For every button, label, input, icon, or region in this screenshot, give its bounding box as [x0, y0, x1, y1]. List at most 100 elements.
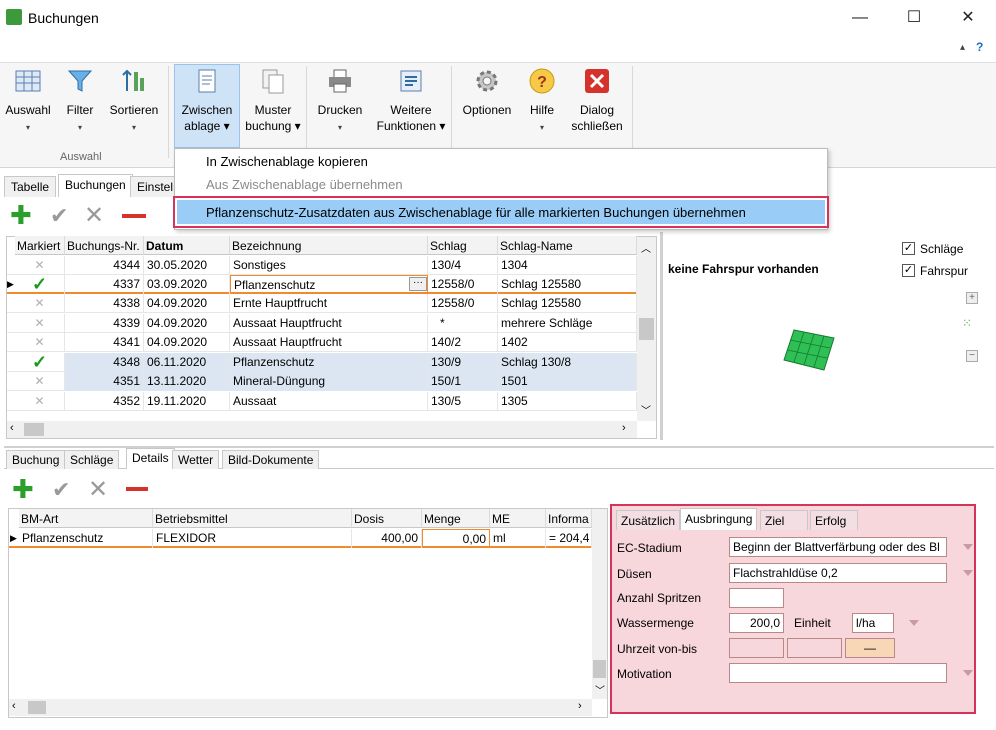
tab-bild-dokumente[interactable]: Bild-Dokumente	[222, 450, 320, 469]
add-icon[interactable]: ✚	[10, 202, 32, 228]
hscroll-thumb[interactable]	[24, 423, 44, 436]
maximize-button[interactable]: ☐	[894, 6, 934, 30]
einheit-field[interactable]: l/ha	[852, 613, 894, 633]
table-row[interactable]: ✕ 4341 04.09.2020 Aussaat Hauptfrucht 14…	[7, 333, 637, 352]
mark-check-icon[interactable]: ✓	[15, 353, 65, 372]
col-datum[interactable]: Datum	[144, 236, 230, 255]
tab-einstellungen[interactable]: Einstel	[130, 176, 181, 197]
mark-cross-icon[interactable]: ✕	[15, 333, 65, 352]
auswahl-button[interactable]: Auswahl ▾	[4, 66, 52, 136]
add-detail-icon[interactable]: ✚	[12, 476, 34, 502]
col-me[interactable]: ME	[490, 509, 546, 528]
zoom-in-icon[interactable]: +	[966, 292, 978, 304]
tab-erfolg[interactable]: Erfolg	[810, 510, 858, 530]
motivation-field[interactable]	[729, 663, 947, 683]
detail-row[interactable]: ▶ Pflanzenschutz FLEXIDOR 400,00 0,00 ml…	[9, 529, 592, 548]
scrollbar-thumb[interactable]	[639, 318, 654, 340]
detail-scroll-down-icon[interactable]: ﹀	[595, 682, 605, 697]
detail-vscroll-thumb[interactable]	[593, 660, 606, 678]
horizontal-scrollbar[interactable]	[7, 421, 637, 438]
filter-button[interactable]: Filter ▾	[60, 66, 100, 136]
ellipsis-button[interactable]: ···	[409, 277, 427, 291]
fahrspur-checkbox[interactable]: ✓	[902, 264, 915, 277]
tab-buchung[interactable]: Buchung	[6, 450, 66, 469]
table-row-selected[interactable]: ✕ 4351 13.11.2020 Mineral-Düngung 150/1 …	[7, 372, 637, 391]
col-buchungsnr[interactable]: Buchungs-Nr.	[65, 236, 144, 255]
detail-hscroll-thumb[interactable]	[28, 701, 46, 714]
tab-zusaetzlich[interactable]: Zusätzlich	[616, 510, 681, 530]
tab-schlaege[interactable]: Schläge	[64, 450, 120, 469]
mark-cross-icon[interactable]: ✕	[15, 314, 65, 333]
menu-item-paste-all[interactable]: Pflanzenschutz-Zusatzdaten aus Zwischena…	[206, 205, 746, 220]
mark-cross-icon[interactable]: ✕	[15, 372, 65, 391]
ec-stadium-dropdown-icon[interactable]	[963, 544, 973, 550]
cell-bezeichnung-edit[interactable]: Pflanzenschutz	[230, 275, 428, 294]
col-information[interactable]: Informa	[546, 509, 592, 528]
cancel-detail-icon[interactable]: ✕	[88, 477, 108, 503]
uhrzeit-bis-field[interactable]	[787, 638, 842, 658]
anzahl-spritzen-field[interactable]	[729, 588, 784, 608]
detail-scroll-left-icon[interactable]: ‹	[12, 700, 16, 712]
weitere-funktionen-button[interactable]: Weitere Funktionen ▾	[376, 66, 446, 134]
einheit-dropdown-icon[interactable]	[909, 620, 919, 626]
detail-scroll-right-icon[interactable]: ›	[578, 700, 582, 712]
uhrzeit-button[interactable]: —	[845, 638, 895, 658]
schlaege-checkbox[interactable]: ✓	[902, 242, 915, 255]
zoom-out-icon[interactable]: −	[966, 350, 978, 362]
col-menge[interactable]: Menge	[422, 509, 490, 528]
tab-ziel[interactable]: Ziel	[760, 510, 808, 530]
close-button[interactable]: ✕	[948, 6, 988, 30]
menu-item-paste[interactable]: Aus Zwischenablage übernehmen	[206, 177, 403, 192]
col-betriebsmittel[interactable]: Betriebsmittel	[153, 509, 352, 528]
col-bm-art[interactable]: BM-Art	[19, 509, 153, 528]
collapse-ribbon-icon[interactable]: ▴	[960, 42, 965, 53]
drucken-button[interactable]: Drucken ▾	[312, 66, 368, 136]
table-row-current[interactable]: ▶ ✓ 4337 03.09.2020 Pflanzenschutz ··· 1…	[7, 275, 637, 294]
uhrzeit-von-field[interactable]	[729, 638, 784, 658]
dialog-schliessen-button[interactable]: Dialog schließen	[570, 66, 624, 134]
tab-ausbringung[interactable]: Ausbringung	[680, 508, 758, 530]
table-row-selected[interactable]: ✓ 4348 06.11.2020 Pflanzenschutz 130/9 S…	[7, 353, 637, 372]
scroll-right-icon[interactable]: ›	[622, 422, 626, 434]
mark-check-icon[interactable]: ✓	[15, 275, 65, 294]
tab-details[interactable]: Details	[126, 448, 175, 469]
col-schlag-name[interactable]: Schlag-Name	[498, 236, 637, 255]
motivation-dropdown-icon[interactable]	[963, 670, 973, 676]
col-bezeichnung[interactable]: Bezeichnung	[230, 236, 428, 255]
col-dosis[interactable]: Dosis	[352, 509, 422, 528]
table-row[interactable]: ✕ 4352 19.11.2020 Aussaat 130/5 1305	[7, 392, 637, 411]
table-row[interactable]: ✕ 4344 30.05.2020 Sonstiges 130/4 1304	[7, 256, 637, 275]
delete-icon[interactable]	[122, 214, 146, 218]
zwischenablage-button[interactable]: Zwischen ablage ▾	[174, 66, 240, 134]
mark-cross-icon[interactable]: ✕	[15, 256, 65, 275]
ec-stadium-field[interactable]: Beginn der Blattverfärbung oder des Bl	[729, 537, 947, 557]
musterbuchung-button[interactable]: Muster buchung ▾	[244, 66, 302, 134]
minimize-button[interactable]: —	[840, 6, 880, 30]
col-schlag[interactable]: Schlag	[428, 236, 498, 255]
mark-cross-icon[interactable]: ✕	[15, 392, 65, 411]
detail-hscrollbar[interactable]	[9, 699, 592, 716]
menu-item-copy[interactable]: In Zwischenablage kopieren	[206, 154, 368, 169]
mark-cross-icon[interactable]: ✕	[15, 294, 65, 313]
hilfe-button[interactable]: ? Hilfe ▾	[522, 66, 562, 136]
zoom-extent-icon[interactable]: ⁙	[962, 316, 972, 330]
table-row[interactable]: ✕ 4339 04.09.2020 Aussaat Hauptfrucht * …	[7, 314, 637, 333]
table-row[interactable]: ✕ 4338 04.09.2020 Ernte Hauptfrucht 1255…	[7, 294, 637, 313]
help-icon[interactable]: ?	[976, 40, 983, 54]
tab-buchungen[interactable]: Buchungen	[58, 174, 133, 197]
scroll-down-icon[interactable]: ﹀	[641, 402, 651, 417]
duesen-field[interactable]: Flachstrahldüse 0,2	[729, 563, 947, 583]
scroll-up-icon[interactable]: ︿	[641, 240, 651, 255]
duesen-dropdown-icon[interactable]	[963, 570, 973, 576]
cancel-icon[interactable]: ✕	[84, 203, 104, 229]
sortieren-button[interactable]: Sortieren ▾	[106, 66, 162, 136]
confirm-icon[interactable]: ✔	[50, 203, 68, 229]
col-markiert[interactable]: Markiert	[15, 236, 65, 255]
delete-detail-icon[interactable]	[126, 487, 148, 491]
tab-tabelle[interactable]: Tabelle	[4, 176, 57, 197]
cell-menge-edit[interactable]: 0,00	[422, 529, 490, 548]
wassermenge-field[interactable]: 200,0	[729, 613, 784, 633]
scroll-left-icon[interactable]: ‹	[10, 422, 14, 434]
optionen-button[interactable]: Optionen	[458, 66, 516, 118]
tab-wetter[interactable]: Wetter	[172, 450, 220, 469]
